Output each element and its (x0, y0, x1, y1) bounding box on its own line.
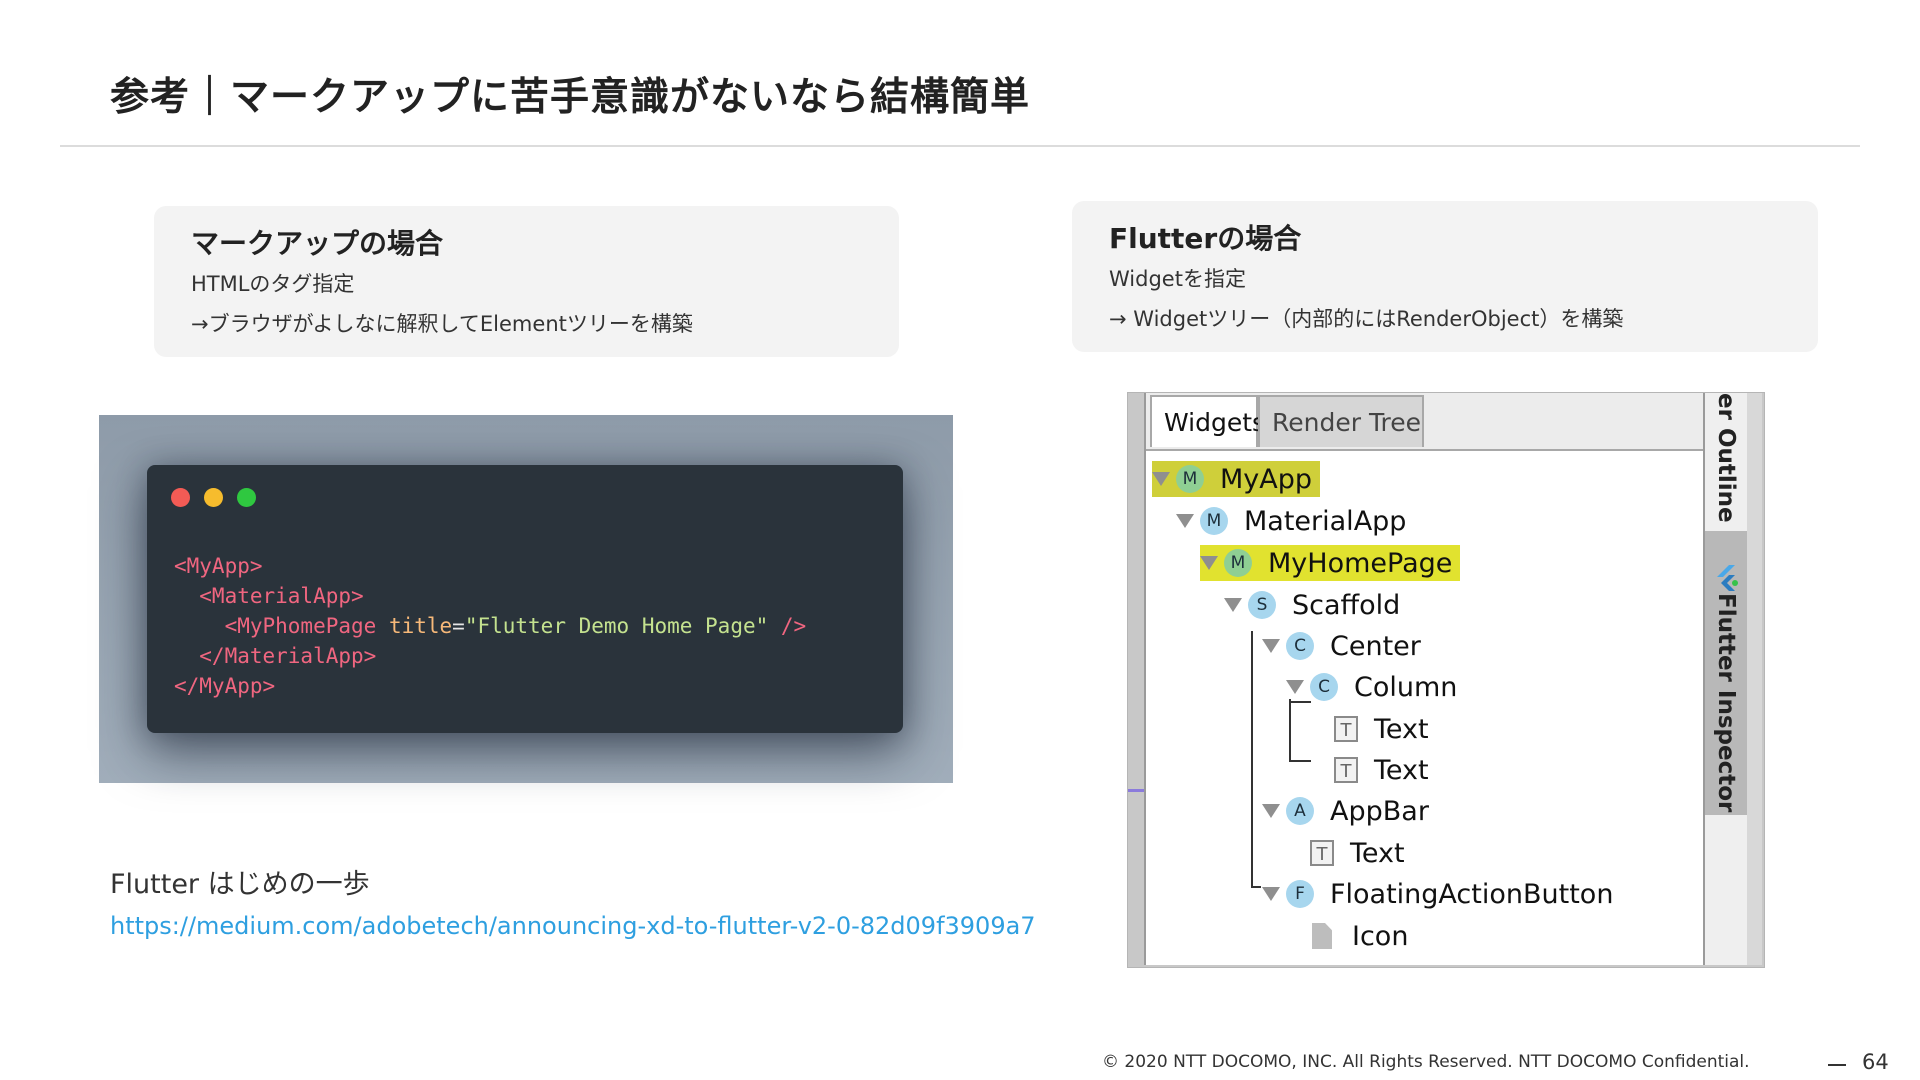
method-badge-icon: M (1224, 549, 1252, 577)
reference-title: Flutter はじめの一歩 (110, 869, 370, 900)
code-line-3-tag: <MyPhomePage (174, 614, 377, 638)
code-line-3-attr: title (376, 614, 453, 638)
markup-card: マークアップの場合 HTMLのタグ指定 →ブラウザがよしなに解釈してElemen… (154, 206, 899, 357)
tree-node-appbar[interactable]: A AppBar (1262, 793, 1429, 829)
flutter-card-heading: Flutterの場合 (1109, 222, 1302, 255)
tree-node-label: Icon (1352, 920, 1409, 952)
code-line-3-eq: = (452, 614, 465, 638)
tree-connector (1251, 886, 1261, 888)
flutter-logo-icon (1717, 565, 1738, 591)
method-badge-icon: M (1200, 507, 1228, 535)
tree-node-label: Text (1374, 713, 1429, 745)
tree-node-myapp[interactable]: M MyApp (1152, 461, 1321, 497)
tree-node-center[interactable]: C Center (1262, 628, 1421, 664)
tree-connector (1289, 699, 1291, 761)
expand-triangle-icon[interactable] (1262, 639, 1280, 653)
tree-node-materialapp[interactable]: M MaterialApp (1176, 503, 1406, 539)
reference-link[interactable]: https://medium.com/adobetech/announcing-… (110, 912, 1036, 940)
class-badge-icon: C (1310, 673, 1338, 701)
text-badge-icon: T (1334, 757, 1358, 783)
code-line-3-string: "Flutter Demo Home Page" (464, 614, 769, 638)
expand-triangle-icon[interactable] (1262, 887, 1280, 901)
code-line-1: <MyApp> (174, 554, 263, 578)
tree-node-label: AppBar (1330, 795, 1429, 827)
flutter-card-line1: Widgetを指定 (1109, 267, 1246, 291)
tree-connector (1251, 631, 1253, 887)
tree-node-label: Column (1354, 671, 1458, 703)
scaffold-badge-icon: S (1248, 591, 1276, 619)
text-badge-icon: T (1310, 840, 1334, 866)
text-badge-icon: T (1334, 716, 1358, 742)
class-badge-icon: A (1286, 797, 1314, 825)
window-close-dot (171, 488, 190, 507)
tree-node-column[interactable]: C Column (1286, 669, 1457, 705)
tab-widgets[interactable]: Widgets (1150, 395, 1265, 447)
code-window: <MyApp> <MaterialApp> <MyPhomePage title… (147, 465, 903, 733)
widget-tree: M MyApp M MaterialApp M MyHomePage S Sca… (1146, 453, 1703, 965)
window-maximize-dot (237, 488, 256, 507)
code-line-3-close: /> (768, 614, 807, 638)
markup-card-line2: →ブラウザがよしなに解釈してElementツリーを構築 (191, 312, 693, 336)
widget-tree-pane: Widgets Render Tree M MyApp M MaterialAp… (1144, 393, 1703, 965)
code-line-4: </MaterialApp> (174, 644, 377, 668)
right-edge-bar (1747, 393, 1762, 965)
markup-card-heading: マークアップの場合 (191, 227, 444, 260)
code-line-2: <MaterialApp> (174, 584, 364, 608)
tree-node-label: MaterialApp (1244, 505, 1407, 537)
side-tab-flutter-inspector[interactable]: Flutter Inspector (1713, 593, 1739, 812)
expand-triangle-icon[interactable] (1200, 556, 1218, 570)
tree-node-label: Center (1330, 630, 1421, 662)
file-icon (1312, 923, 1332, 949)
tab-render-tree[interactable]: Render Tree (1258, 395, 1424, 447)
tree-connector (1289, 760, 1311, 762)
tree-node-floatingactionbutton[interactable]: F FloatingActionButton (1262, 876, 1613, 912)
tree-node-scaffold[interactable]: S Scaffold (1224, 587, 1400, 623)
expand-triangle-icon[interactable] (1176, 514, 1194, 528)
side-tool-strip: er Outline Flutter Inspector (1703, 393, 1749, 965)
code-line-5: </MyApp> (174, 674, 276, 698)
tree-node-text[interactable]: T Text (1334, 711, 1429, 747)
flutter-inspector-panel: Widgets Render Tree M MyApp M MaterialAp… (1127, 392, 1765, 968)
code-block: <MyApp> <MaterialApp> <MyPhomePage title… (174, 551, 806, 701)
tree-node-text[interactable]: T Text (1310, 835, 1405, 871)
tree-node-label: MyApp (1220, 463, 1313, 495)
title-divider (60, 145, 1860, 147)
class-badge-icon: C (1286, 632, 1314, 660)
tree-node-label: FloatingActionButton (1330, 878, 1614, 910)
tree-node-text[interactable]: T Text (1334, 752, 1429, 788)
page-title: 参考｜マークアップに苦手意識がないなら結構簡単 (110, 75, 1031, 120)
tree-node-myhomepage[interactable]: M MyHomePage (1200, 545, 1461, 581)
gutter-marker (1128, 789, 1144, 792)
expand-triangle-icon[interactable] (1152, 472, 1170, 486)
class-badge-icon: F (1286, 880, 1314, 908)
expand-triangle-icon[interactable] (1262, 804, 1280, 818)
expand-triangle-icon[interactable] (1286, 680, 1304, 694)
tree-node-label: Text (1350, 837, 1405, 869)
flutter-card-line2: → Widgetツリー（内部的にはRenderObject）を構築 (1109, 307, 1624, 331)
tree-node-label: MyHomePage (1268, 547, 1453, 579)
flutter-card: Flutterの場合 Widgetを指定 → Widgetツリー（内部的にはRe… (1072, 201, 1818, 352)
window-minimize-dot (204, 488, 223, 507)
tree-node-label: Text (1374, 754, 1429, 786)
method-badge-icon: M (1176, 465, 1204, 493)
markup-card-line1: HTMLのタグ指定 (191, 272, 355, 296)
tree-node-icon[interactable]: Icon (1312, 918, 1408, 954)
footer-copyright: © 2020 NTT DOCOMO, INC. All Rights Reser… (1102, 1052, 1750, 1072)
side-tab-outline[interactable]: er Outline (1713, 393, 1739, 523)
code-screenshot: <MyApp> <MaterialApp> <MyPhomePage title… (99, 415, 953, 783)
expand-triangle-icon[interactable] (1224, 598, 1242, 612)
page-number: 64 (1862, 1050, 1889, 1074)
tree-node-label: Scaffold (1292, 589, 1401, 621)
page-number-dash (1828, 1064, 1846, 1066)
inspector-tabbar: Widgets Render Tree (1146, 393, 1703, 451)
